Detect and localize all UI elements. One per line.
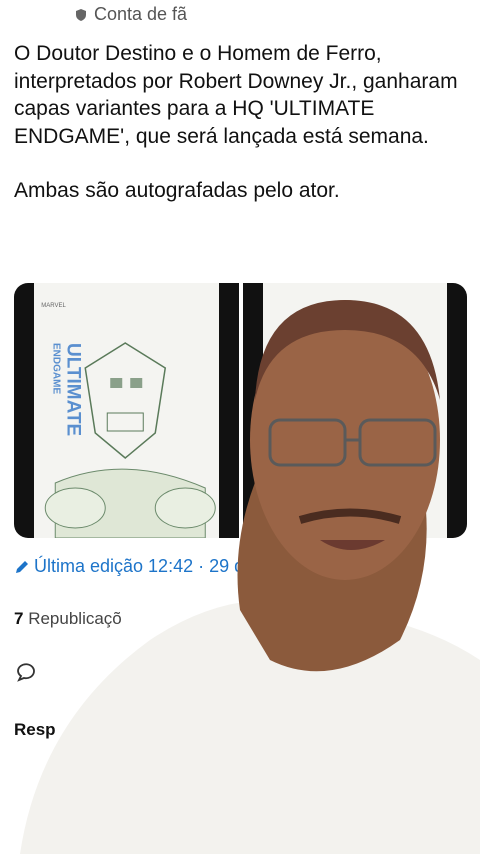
cover-title: ULTIMATE <box>62 343 83 436</box>
responses-heading: Resp <box>14 720 56 739</box>
comic-cover-doom[interactable]: MARVEL ULTIMATE ENDGAME <box>14 283 239 538</box>
repost-label: Republicaçõ <box>28 609 122 628</box>
tweet-text-2: Ambas são autografadas pelo ator. <box>14 179 340 202</box>
account-label-text: Conta de fã <box>94 4 188 24</box>
account-label: Conta de fã <box>74 4 187 25</box>
edit-info-text: Última edição 12:42 · 29 d <box>34 556 245 576</box>
doom-sketch: MARVEL ULTIMATE ENDGAME <box>41 303 216 538</box>
tweet-body: O Doutor Destino e o Homem de Ferro, int… <box>14 40 466 205</box>
comment-icon[interactable] <box>14 660 38 684</box>
tweet-text: O Doutor Destino e o Homem de Ferro, int… <box>14 42 458 148</box>
pencil-icon <box>16 560 28 573</box>
edit-info[interactable]: Última edição 12:42 · 29 d <box>14 556 244 577</box>
action-bar <box>14 660 38 689</box>
tweet-media[interactable]: MARVEL ULTIMATE ENDGAME <box>14 283 467 538</box>
repost-count: 7 <box>14 609 24 628</box>
shield-icon <box>76 8 86 21</box>
cover-brand: MARVEL <box>41 303 66 309</box>
comic-cover-ironman[interactable] <box>242 283 467 538</box>
cover-subtitle: ENDGAME <box>50 343 61 394</box>
repost-stats[interactable]: 7 Republicaçõ <box>14 609 122 629</box>
